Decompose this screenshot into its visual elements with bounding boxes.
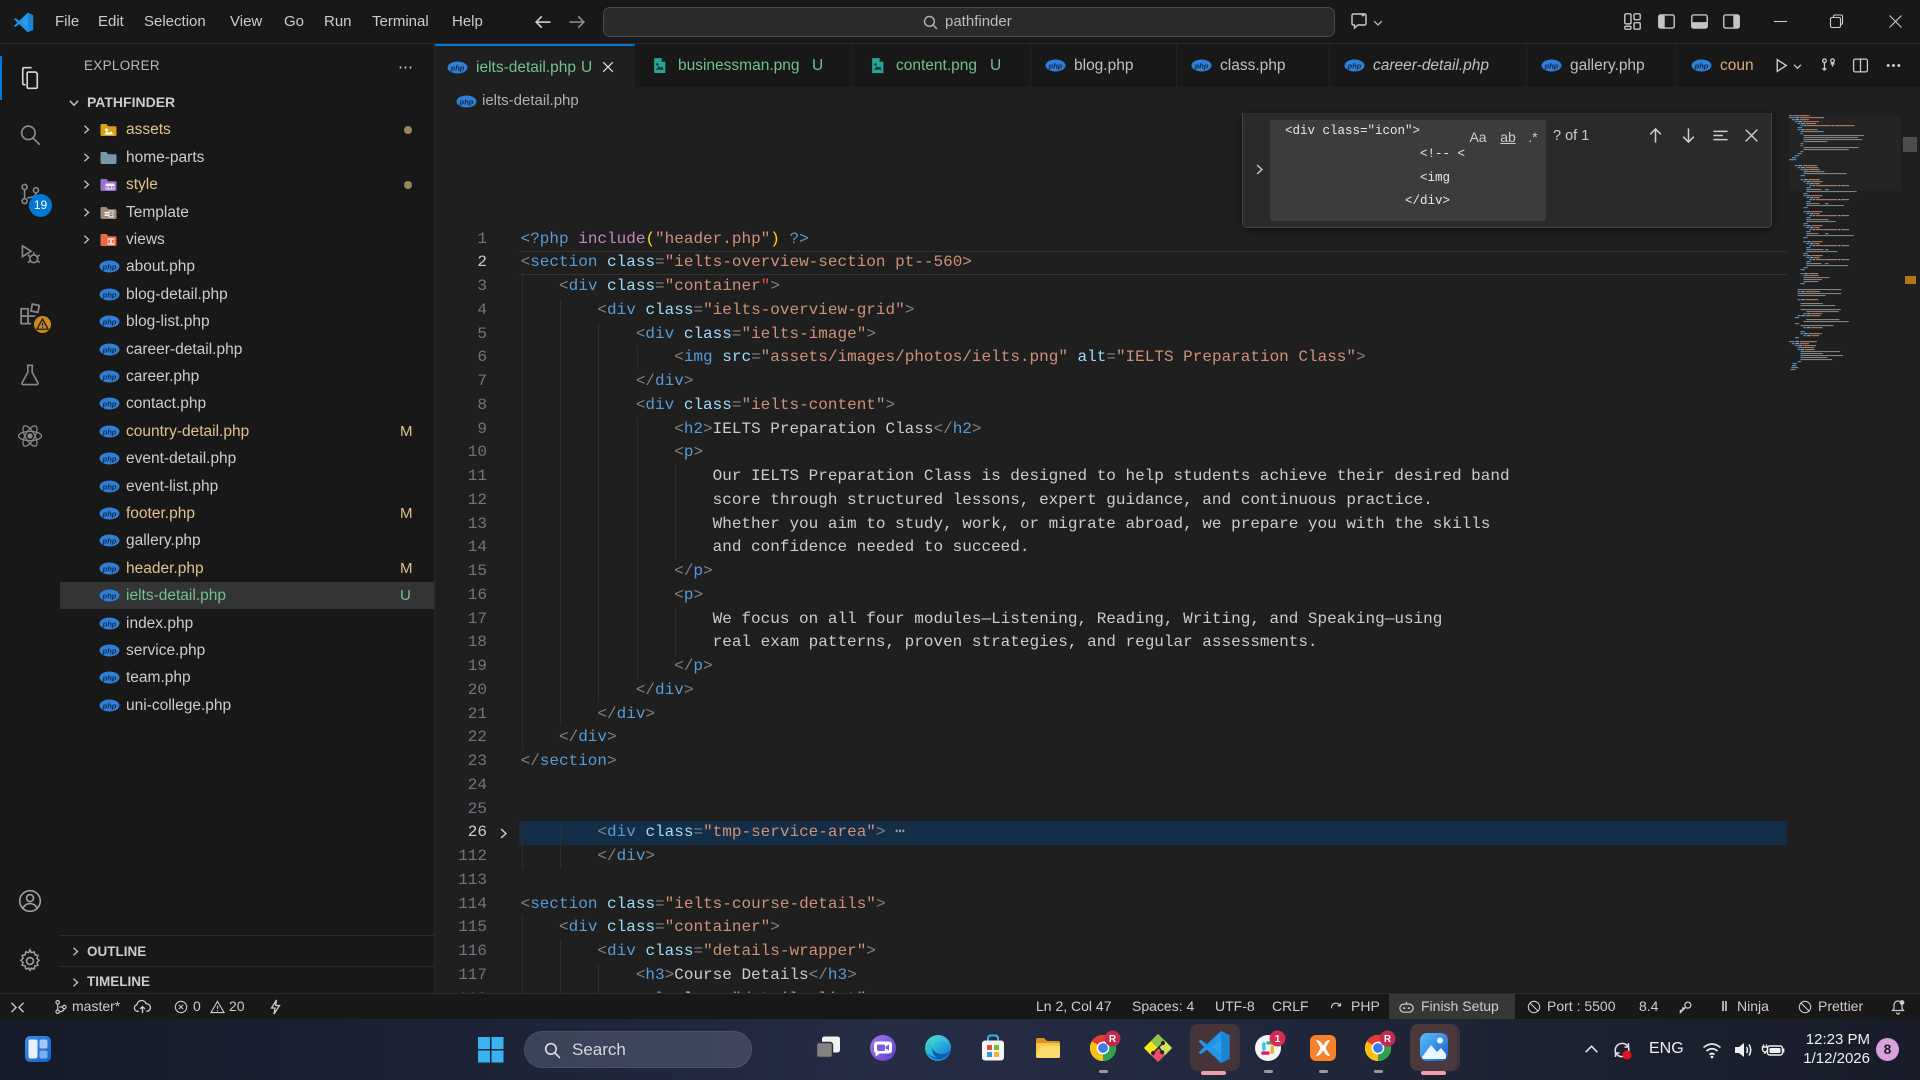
svg-text:php: php	[102, 537, 117, 546]
svg-text:php: php	[102, 646, 117, 655]
svg-text:php: php	[1347, 61, 1362, 70]
svg-text:php: php	[102, 290, 117, 299]
svg-text:php: php	[1194, 61, 1209, 70]
svg-text:php: php	[1544, 61, 1559, 70]
svg-text:php: php	[102, 263, 117, 272]
svg-text:php: php	[102, 482, 117, 491]
svg-text:php: php	[102, 619, 117, 628]
svg-text:php: php	[102, 317, 117, 326]
svg-text:php: php	[102, 701, 117, 710]
svg-text:php: php	[102, 400, 117, 409]
svg-text:php: php	[102, 674, 117, 683]
svg-text:php: php	[102, 454, 117, 463]
svg-text:php: php	[459, 97, 474, 106]
svg-text:1: 1	[1275, 1033, 1281, 1045]
svg-text:R: R	[1109, 1034, 1117, 1045]
svg-text:php: php	[102, 372, 117, 381]
svg-text:R: R	[1384, 1034, 1392, 1045]
svg-text:php: php	[102, 591, 117, 600]
svg-text:css: css	[106, 185, 114, 190]
svg-text:php: php	[450, 63, 465, 72]
svg-text:php: php	[102, 345, 117, 354]
svg-text:php: php	[1048, 61, 1063, 70]
svg-text:php: php	[1694, 61, 1709, 70]
svg-text:php: php	[102, 564, 117, 573]
svg-text:php: php	[102, 427, 117, 436]
svg-text:php: php	[102, 509, 117, 518]
